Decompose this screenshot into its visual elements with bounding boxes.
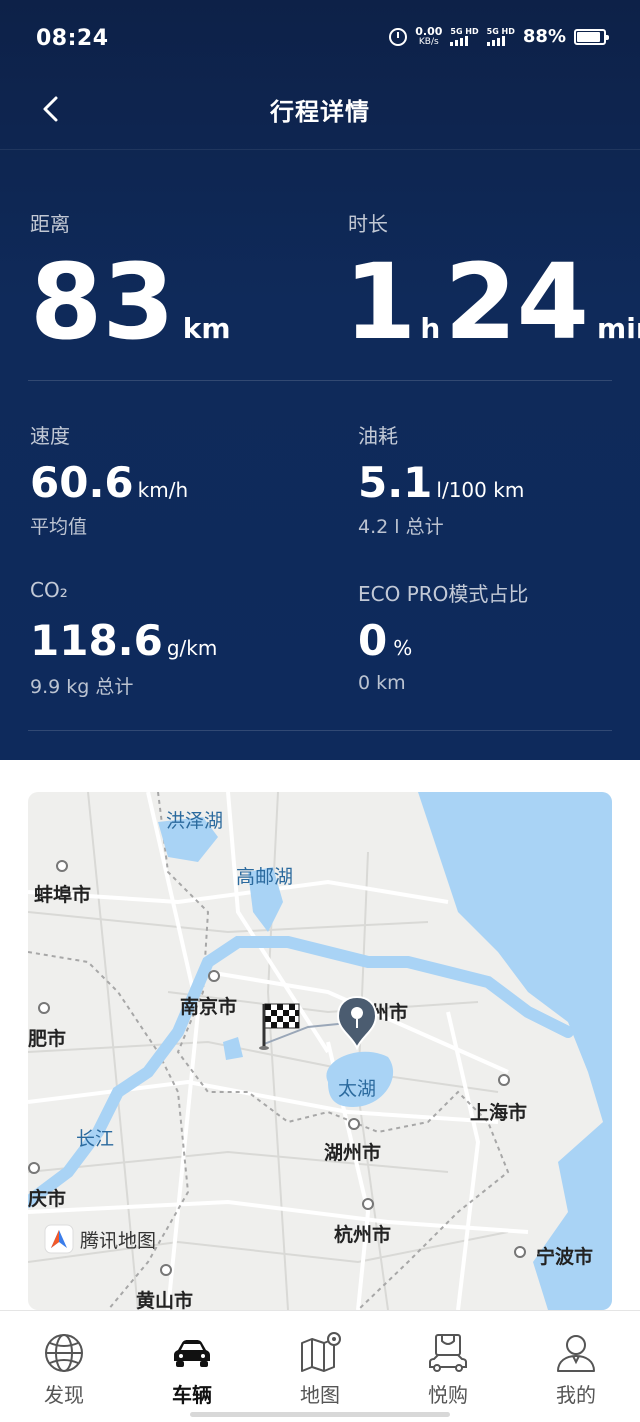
fuel-unit: l/100 km xyxy=(436,478,525,502)
tab-shop[interactable]: 悦购 xyxy=(384,1311,512,1422)
map-label-left: 庆市 xyxy=(28,1188,67,1210)
destination-pin-icon[interactable] xyxy=(334,994,380,1050)
speed-value: 60.6 xyxy=(30,458,134,507)
battery-icon xyxy=(574,28,609,45)
page-title: 行程详情 xyxy=(270,98,370,126)
duration-value-group: 1h24min xyxy=(344,250,640,354)
co2-sub: 9.9 kg 总计 xyxy=(30,676,134,698)
sim1-signal: 5G HD xyxy=(450,27,479,46)
map-label-taihu: 太湖 xyxy=(338,1078,377,1100)
duration-label: 时长 xyxy=(348,212,388,236)
duration-hours: 1 xyxy=(344,241,417,363)
trip-map[interactable]: 洪泽湖 高邮湖 蚌埠市 南京市 州市 肥市 太湖 上海市 长江 湖州市 庆市 杭… xyxy=(28,792,612,1310)
map-icon xyxy=(301,1332,341,1372)
tencent-map-logo-icon xyxy=(44,1224,74,1254)
city-dot xyxy=(208,970,220,982)
duration-hours-unit: h xyxy=(420,312,441,345)
co2-unit: g/km xyxy=(166,636,218,660)
map-label-ningbo: 宁波市 xyxy=(536,1246,594,1268)
status-bar: 08:24 0.00 KB/s 5G HD 5G HD 88% xyxy=(0,0,640,80)
alarm-icon xyxy=(389,27,408,46)
tab-profile[interactable]: 我的 xyxy=(512,1311,640,1422)
user-icon xyxy=(557,1335,595,1372)
city-dot xyxy=(498,1074,510,1086)
speed-unit: km/h xyxy=(137,478,189,502)
eco-value: 0 xyxy=(358,616,388,665)
city-dot xyxy=(514,1246,526,1258)
distance-value-group: 83 km xyxy=(30,250,231,354)
eco-unit: % xyxy=(393,636,413,660)
map-label-gaoyou: 高邮湖 xyxy=(236,866,294,888)
duration-minutes: 24 xyxy=(444,241,590,363)
co2-label: CO₂ xyxy=(30,578,68,602)
fuel-value-group: 5.1 l/100 km xyxy=(358,462,524,504)
map-label-nanjing: 南京市 xyxy=(180,996,238,1018)
bottom-tab-bar: 发现 车辆 地图 悦购 我的 xyxy=(0,1310,640,1422)
map-label-huzhou: 湖州市 xyxy=(324,1142,382,1164)
map-label-changjiang: 长江 xyxy=(76,1128,115,1150)
tab-map[interactable]: 地图 xyxy=(256,1311,384,1422)
fuel-label: 油耗 xyxy=(358,424,398,448)
nav-bar: 行程详情 xyxy=(0,80,640,150)
divider xyxy=(28,380,612,381)
map-label-hongze: 洪泽湖 xyxy=(166,810,224,832)
signal-icon xyxy=(450,36,469,46)
battery-percent: 88% xyxy=(522,26,566,47)
tab-discover[interactable]: 发现 xyxy=(0,1311,128,1422)
map-label-hangzhou: 杭州市 xyxy=(334,1224,392,1246)
co2-value-group: 118.6 g/km xyxy=(30,620,217,662)
city-dot xyxy=(56,860,68,872)
distance-value: 83 xyxy=(30,241,175,363)
map-label-hefei: 肥市 xyxy=(28,1028,67,1050)
duration-minutes-unit: min xyxy=(597,312,640,345)
status-time: 08:24 xyxy=(36,26,109,51)
globe-icon xyxy=(45,1334,83,1372)
divider xyxy=(28,730,612,731)
co2-value: 118.6 xyxy=(30,616,163,665)
map-label-huangshan: 黄山市 xyxy=(136,1290,194,1310)
eco-value-group: 0% xyxy=(358,620,412,662)
network-speed: 0.00 KB/s xyxy=(415,24,443,47)
tab-vehicle[interactable]: 车辆 xyxy=(128,1311,256,1422)
map-attribution: 腾讯地图 xyxy=(44,1224,156,1254)
city-dot xyxy=(160,1264,172,1276)
signal-icon xyxy=(486,36,505,46)
shopping-car-icon xyxy=(429,1334,467,1372)
fuel-sub: 4.2 l 总计 xyxy=(358,516,444,538)
distance-unit: km xyxy=(182,312,231,345)
map-label-shanghai: 上海市 xyxy=(470,1102,528,1124)
home-indicator[interactable] xyxy=(190,1412,450,1417)
map-label-bengbu: 蚌埠市 xyxy=(34,884,92,906)
speed-label: 速度 xyxy=(30,424,70,448)
eco-label: ECO PRO模式占比 xyxy=(358,582,529,606)
start-flag-icon[interactable] xyxy=(256,1000,302,1052)
trip-summary-panel: 08:24 0.00 KB/s 5G HD 5G HD 88% 行程详情 距离 xyxy=(0,0,640,760)
city-dot xyxy=(348,1118,360,1130)
fuel-value: 5.1 xyxy=(358,458,433,507)
status-icons: 0.00 KB/s 5G HD 5G HD 88% xyxy=(389,24,609,47)
city-dot xyxy=(362,1198,374,1210)
eco-sub: 0 km xyxy=(358,672,406,694)
distance-label: 距离 xyxy=(30,212,70,236)
city-dot xyxy=(38,1002,50,1014)
speed-sub: 平均值 xyxy=(30,516,88,538)
car-icon xyxy=(174,1340,210,1367)
speed-value-group: 60.6 km/h xyxy=(30,462,188,504)
sim2-signal: 5G HD xyxy=(486,27,515,46)
city-dot xyxy=(28,1162,40,1174)
